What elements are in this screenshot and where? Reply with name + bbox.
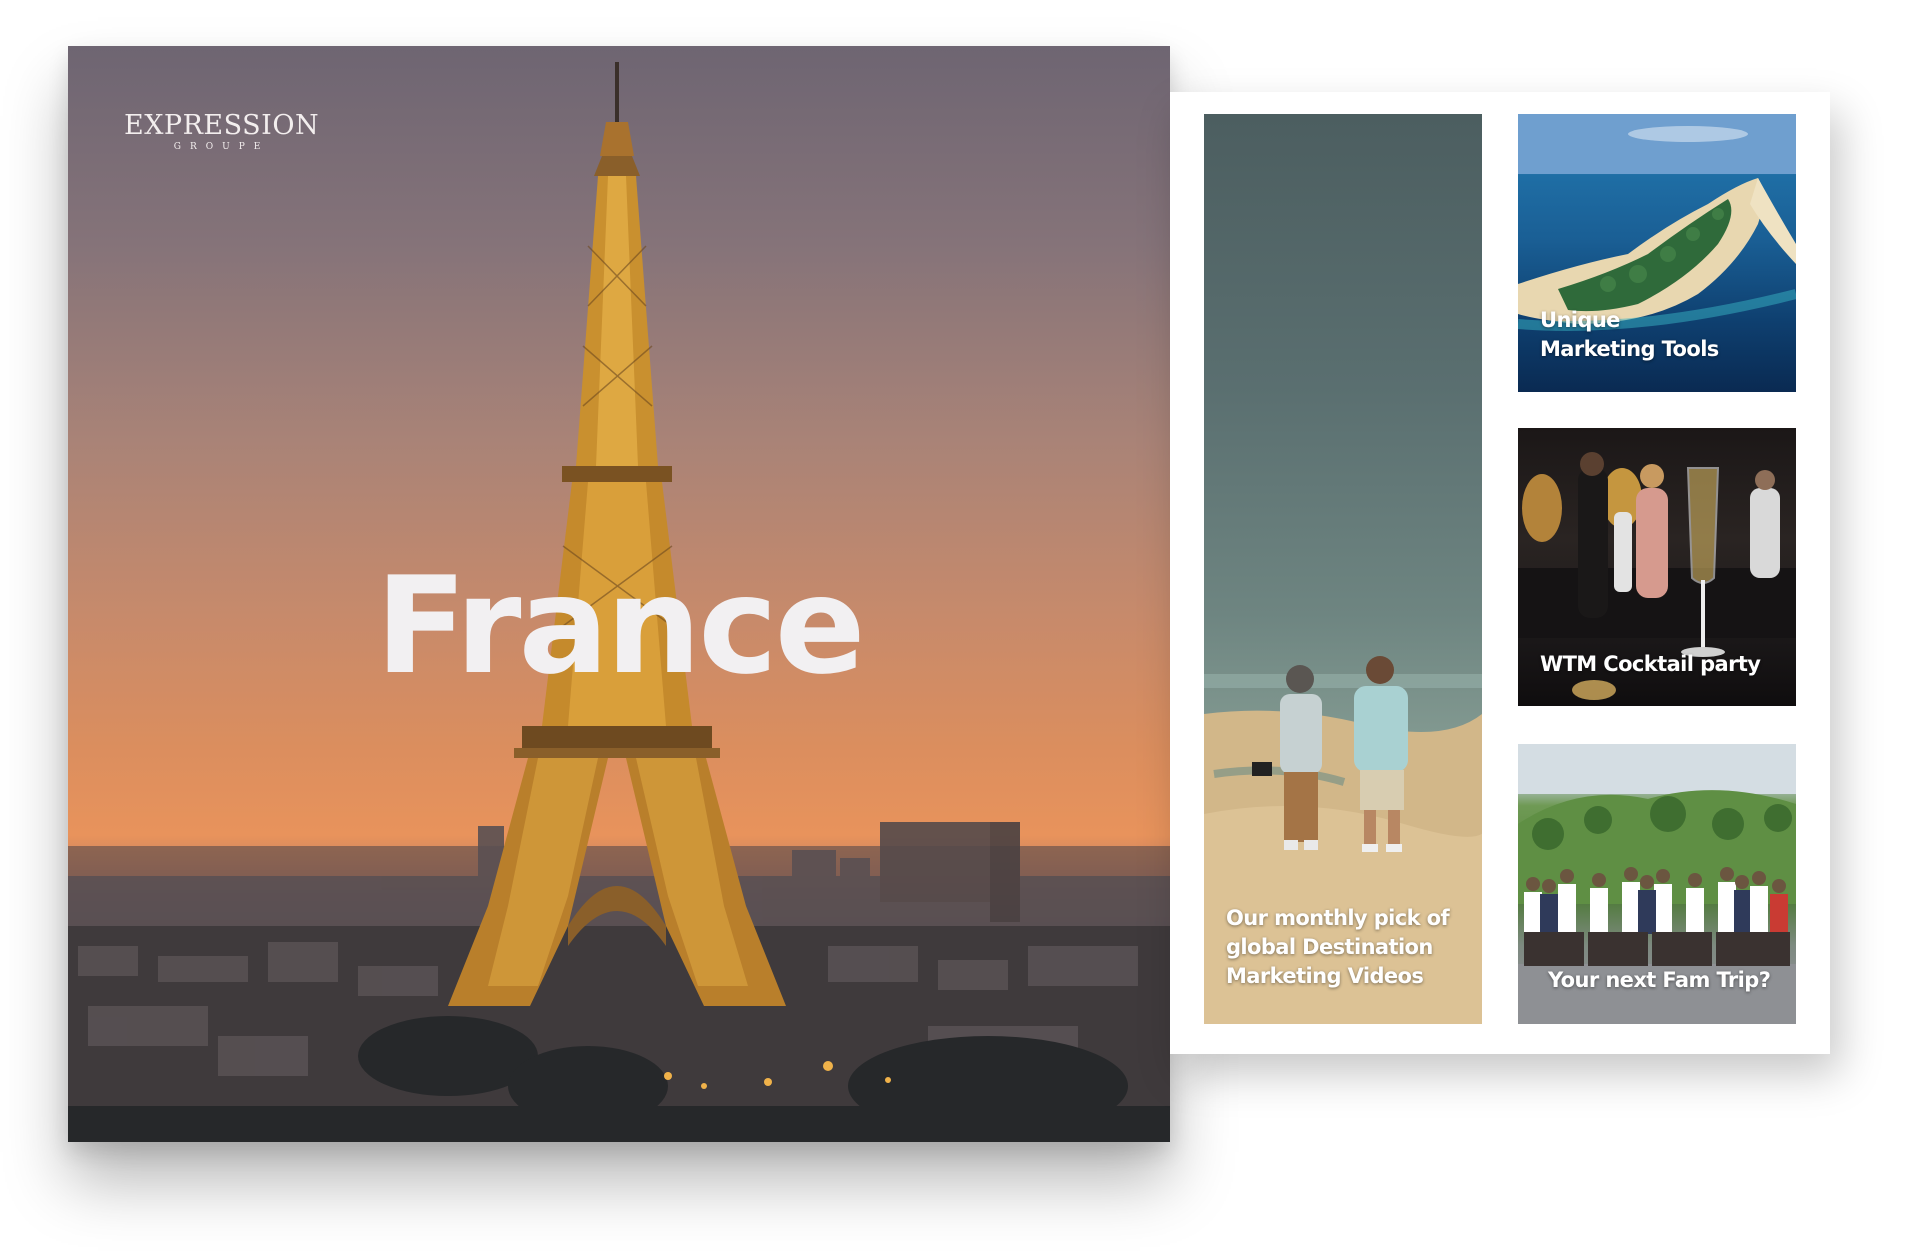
france-hero-card[interactable]: EXPRESSION GROUPE France bbox=[68, 46, 1170, 1142]
tile-wtm-cocktail-party[interactable]: WTM Cocktail party bbox=[1518, 428, 1796, 706]
screenshot-stage: EXPRESSION GROUPE France Our monthly pic… bbox=[0, 0, 1914, 1256]
caption-line: global Destination bbox=[1226, 935, 1433, 959]
destination-title: France bbox=[375, 548, 865, 704]
caption-line: Your next Fam Trip? bbox=[1548, 968, 1771, 992]
logo-wordmark: EXPRESSION bbox=[124, 110, 320, 141]
tile-caption: Your next Fam Trip? bbox=[1548, 966, 1771, 995]
caption-line: WTM Cocktail party bbox=[1540, 652, 1761, 676]
tile-destination-marketing-videos[interactable]: Our monthly pick of global Destination M… bbox=[1204, 114, 1482, 1024]
tile-caption: Our monthly pick of global Destination M… bbox=[1226, 904, 1450, 991]
caption-line: Marketing Tools bbox=[1540, 337, 1719, 361]
logo-subtitle: GROUPE bbox=[173, 142, 270, 152]
travellers-on-dune-illustration bbox=[1204, 656, 1482, 1024]
caption-line: Our monthly pick of bbox=[1226, 906, 1450, 930]
content-tiles-panel: Our monthly pick of global Destination M… bbox=[1170, 92, 1830, 1054]
tile-next-fam-trip[interactable]: Your next Fam Trip? bbox=[1518, 744, 1796, 1024]
caption-line: Marketing Videos bbox=[1226, 964, 1424, 988]
caption-line: Unique bbox=[1540, 308, 1620, 332]
expression-groupe-logo[interactable]: EXPRESSION GROUPE bbox=[124, 110, 320, 153]
tile-caption: WTM Cocktail party bbox=[1540, 650, 1761, 679]
tile-unique-marketing-tools[interactable]: Unique Marketing Tools bbox=[1518, 114, 1796, 392]
tile-caption: Unique Marketing Tools bbox=[1540, 306, 1719, 364]
